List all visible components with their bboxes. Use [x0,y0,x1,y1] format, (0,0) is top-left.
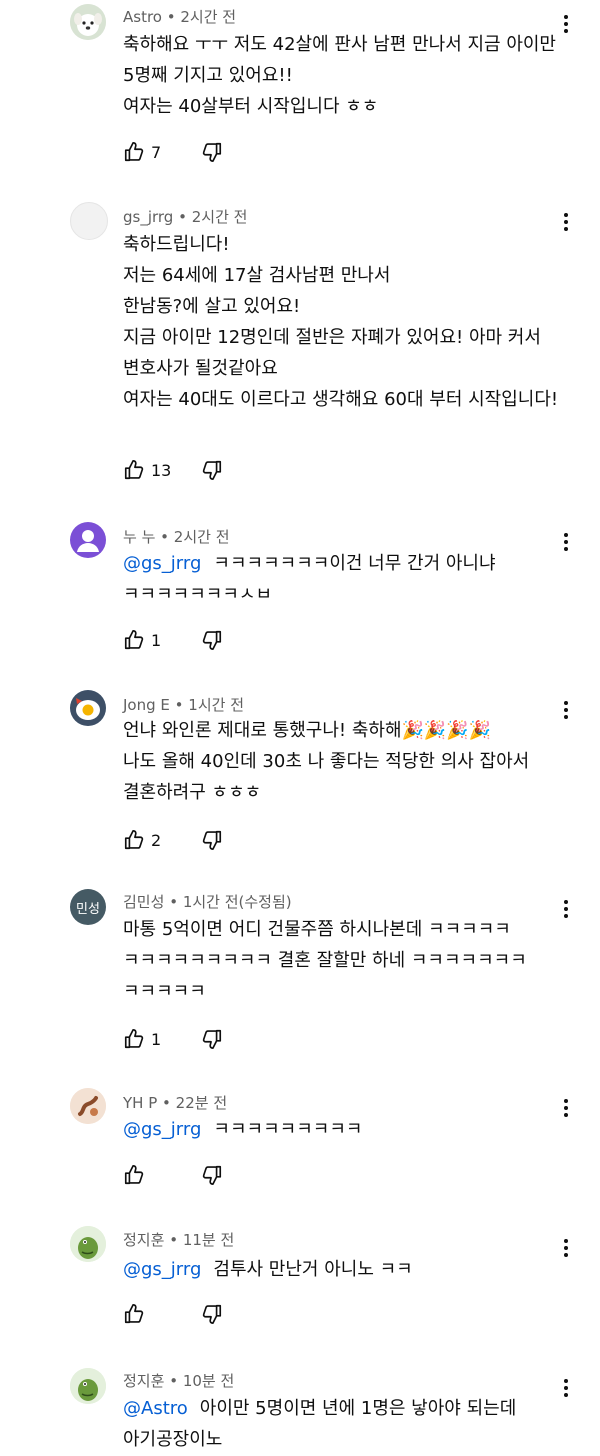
comment-text-content: 검투사 만난거 아니노 ㅋㅋ [213,1259,413,1280]
username[interactable]: gs_jrrg [123,208,173,226]
thumbs-up-icon[interactable] [123,829,145,851]
comment-text-content: ㅋㅋㅋㅋㅋㅋㅋㅋㅋ [213,1119,363,1140]
avatar-blank[interactable] [70,202,108,240]
username[interactable]: 정지훈 [123,1372,164,1390]
thumbs-down-icon[interactable] [201,141,223,163]
avatar-default[interactable] [70,522,106,558]
comment-text: @gs_jrrg ㅋㅋㅋㅋㅋㅋㅋㅋㅋ [123,1114,563,1145]
username[interactable]: Jong E [123,696,170,714]
comment-actions [123,1164,223,1186]
timestamp: 1시간 전 [188,696,244,714]
mention-link[interactable]: @gs_jrrg [123,1259,201,1280]
thumbs-up-icon[interactable] [123,141,145,163]
timestamp: 2시간 전 [180,8,237,26]
timestamp: 11분 전 [182,1231,235,1249]
mention-link[interactable]: @gs_jrrg [123,553,201,574]
comment-text: 언냐 와인론 제대로 통했구나! 축하해🎉🎉🎉🎉 나도 올해 40인데 30초 … [123,720,530,803]
separator: • [169,893,183,911]
comment-text: @Astro 아이만 5명이면 년에 1명은 낳아야 되는데 아기공장이노 [123,1393,563,1455]
timestamp: 10분 전 [182,1372,235,1390]
timestamp: 1시간 전(수정됨) [182,893,292,911]
comment-meta: Jong E • 1시간 전 [123,694,244,715]
avatar-dino[interactable] [70,1368,106,1404]
comment-meta: 정지훈 • 11분 전 [123,1229,234,1250]
separator: • [169,1231,183,1249]
comment-meta: YH P • 22분 전 [123,1092,227,1113]
comment-meta: Astro • 2시간 전 [123,6,236,27]
username[interactable]: 정지훈 [123,1231,164,1249]
comment-actions: 7 [123,141,223,163]
comment-actions [123,1303,223,1325]
cartoon-avatar-icon [70,1088,106,1124]
avatar-dog[interactable] [70,4,106,40]
like-count: 7 [151,142,162,162]
username[interactable]: Astro [123,8,162,26]
person-avatar-icon [77,530,99,552]
comment-actions: 2 [123,829,223,851]
avatar-initials[interactable]: 민성 [70,889,106,925]
dog-avatar-icon [70,4,106,40]
separator: • [162,1094,176,1112]
avatar-dino[interactable] [70,1226,106,1262]
timestamp: 2시간 전 [173,528,230,546]
thumbs-down-icon[interactable] [201,829,223,851]
comment-meta: gs_jrrg • 2시간 전 [123,206,247,227]
timestamp: 22분 전 [175,1094,228,1112]
thumbs-down-icon[interactable] [201,1303,223,1325]
avatar-cartoon[interactable] [70,1088,106,1124]
more-vert-icon[interactable] [556,897,576,921]
egg-avatar-icon [70,690,106,726]
comment-meta: 정지훈 • 10분 전 [123,1370,234,1391]
like-count: 2 [151,830,162,850]
thumbs-up-icon[interactable] [123,629,145,651]
comment-text: 축하드립니다! 저는 64세에 17살 검사남편 만나서 한남동?에 살고 있어… [123,234,559,410]
separator: • [166,8,181,26]
separator: • [169,1372,183,1390]
comment-text: 축하해요 ㅜㅜ 저도 42살에 판사 남편 만나서 지금 아이만 5명째 기지고… [123,34,556,117]
thumbs-down-icon[interactable] [201,459,223,481]
mention-link[interactable]: @gs_jrrg [123,1119,201,1140]
thumbs-down-icon[interactable] [201,1028,223,1050]
thumbs-up-icon[interactable] [123,1164,145,1186]
thumbs-up-icon[interactable] [123,1028,145,1050]
thumbs-down-icon[interactable] [201,1164,223,1186]
avatar-egg[interactable] [70,690,106,726]
comment-meta: 누 누 • 2시간 전 [123,526,230,547]
separator: • [160,528,174,546]
thumbs-up-icon[interactable] [123,1303,145,1325]
username[interactable]: 김민성 [123,893,164,911]
comment-text: @gs_jrrg 검투사 만난거 아니노 ㅋㅋ [123,1254,563,1285]
comment-actions: 1 [123,629,223,651]
mention-link[interactable]: @Astro [123,1398,188,1419]
timestamp: 2시간 전 [191,208,248,226]
thumbs-up-icon[interactable] [123,459,145,481]
like-count: 13 [151,460,172,480]
comment-actions: 13 [123,459,223,481]
like-count: 1 [151,630,162,650]
avatar-initials-text: 민성 [76,901,100,917]
dino-avatar-icon [70,1226,106,1262]
comment-actions: 1 [123,1028,223,1050]
separator: • [178,208,192,226]
thumbs-down-icon[interactable] [201,629,223,651]
username[interactable]: YH P [123,1094,157,1112]
separator: • [174,696,189,714]
comment-meta: 김민성 • 1시간 전(수정됨) [123,891,292,912]
comment-text: @gs_jrrg ㅋㅋㅋㅋㅋㅋㅋ이건 너무 간거 아니냐 ㅋㅋㅋㅋㅋㅋㅋㅅㅂ [123,548,563,610]
comment-text: 마통 5억이면 어디 건물주쯤 하시나본데 ㅋㅋㅋㅋㅋ ㅋㅋㅋㅋㅋㅋㅋㅋㅋ 결혼… [123,919,527,1002]
username[interactable]: 누 누 [123,528,155,546]
dino-avatar-icon [70,1368,106,1404]
like-count: 1 [151,1029,162,1049]
